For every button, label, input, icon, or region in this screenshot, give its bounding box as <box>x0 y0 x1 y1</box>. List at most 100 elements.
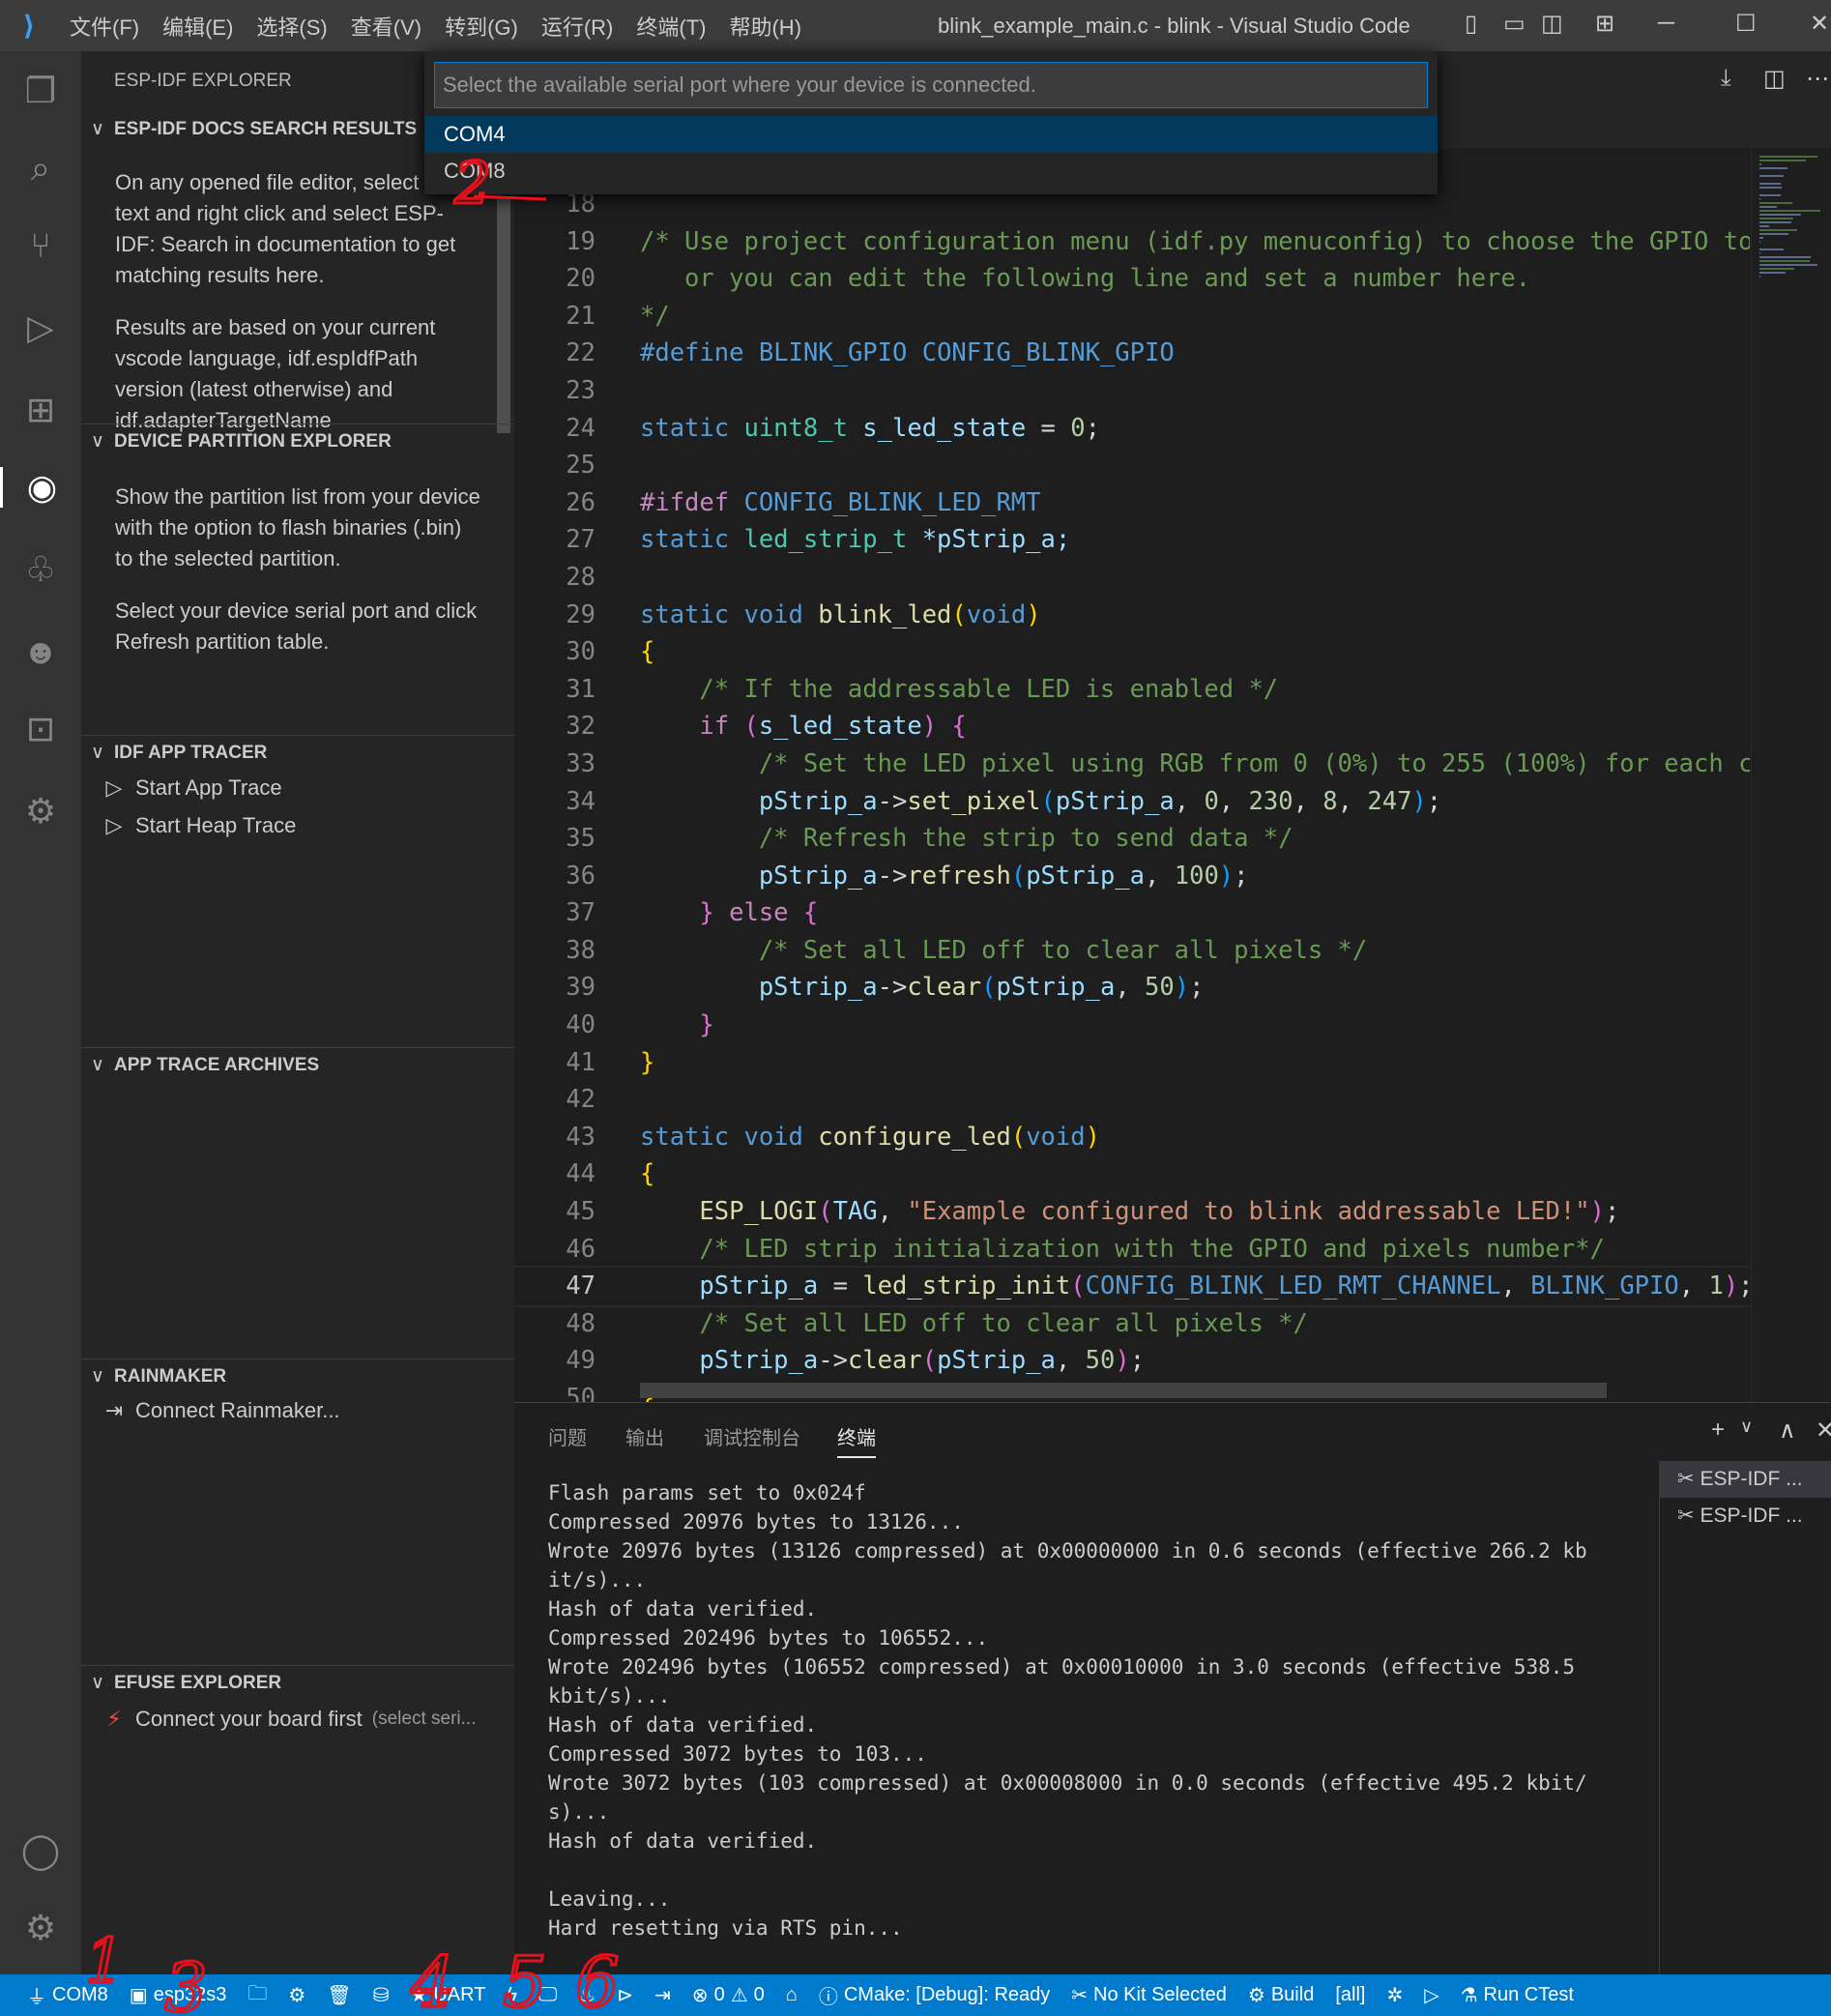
code-line[interactable]: 48 /* Set all LED off to clear all pixel… <box>514 1305 1750 1343</box>
code-line[interactable]: 35 /* Refresh the strip to send data */ <box>514 820 1750 858</box>
section-trace-archives-header[interactable]: ∨ APP TRACE ARCHIVES <box>81 1047 514 1082</box>
more-actions-icon[interactable]: ⋯ <box>1806 65 1829 93</box>
close-panel-icon[interactable]: ✕ <box>1816 1417 1831 1445</box>
code-line[interactable]: 23 <box>514 372 1750 410</box>
esp-idf-icon[interactable]: ◉ <box>0 467 81 508</box>
sdk-config-gear-icon[interactable]: ⚙ <box>277 1983 316 2007</box>
terminal-icon[interactable]: ⊳ <box>606 1983 644 2007</box>
horizontal-scrollbar[interactable] <box>640 1383 1607 1398</box>
tab-problems[interactable]: 问题 <box>548 1422 587 1450</box>
problems-item[interactable]: ⊗ 0 ⚠ 0 <box>682 1983 775 2007</box>
sidebar-scrollbar[interactable] <box>497 196 510 433</box>
split-editor-icon[interactable]: ◫ <box>1763 65 1786 93</box>
run-debug-icon[interactable]: ▷ <box>0 307 81 348</box>
code-line[interactable]: 31 /* If the addressable LED is enabled … <box>514 671 1750 709</box>
section-partition-header[interactable]: ∨ DEVICE PARTITION EXPLORER <box>81 424 514 458</box>
code-line[interactable]: 19 /* Use project configuration menu (idf… <box>514 223 1750 261</box>
menu-terminal[interactable]: 终端(T) <box>625 11 717 42</box>
build-flash-monitor-flame-icon[interactable]: ♨ <box>567 1983 606 2007</box>
menu-view[interactable]: 查看(V) <box>339 11 433 42</box>
run-task-icon[interactable]: ⇥ <box>644 1983 682 2007</box>
connect-rainmaker-item[interactable]: ⇥ Connect Rainmaker... <box>102 1398 340 1423</box>
code-line[interactable]: 45 ESP_LOGI(TAG, "Example configured to … <box>514 1193 1750 1231</box>
menu-run[interactable]: 运行(R) <box>530 11 625 42</box>
testing-icon[interactable]: ⚙ <box>0 791 81 832</box>
build-database-icon[interactable]: ⛁ <box>363 1983 400 2007</box>
terminal-output[interactable]: Flash params set to 0x024f Compressed 209… <box>548 1478 1660 1943</box>
terminal-dropdown-icon[interactable]: ∨ <box>1740 1417 1753 1437</box>
maximize-panel-icon[interactable]: ∧ <box>1779 1417 1796 1445</box>
maximize-button[interactable]: ☐ <box>1735 10 1757 38</box>
code-line[interactable]: 22 #define BLINK_GPIO CONFIG_BLINK_GPIO <box>514 335 1750 372</box>
code-line[interactable]: 42 <box>514 1081 1750 1119</box>
tab-output[interactable]: 输出 <box>625 1422 664 1450</box>
home-icon[interactable]: ⌂ <box>775 1984 808 2006</box>
platformio-alien-icon[interactable]: ☻ <box>0 631 81 672</box>
efuse-connect-item[interactable]: ⚡ Connect your board first (select seri... <box>102 1707 476 1732</box>
tab-debug-console[interactable]: 调试控制台 <box>704 1422 800 1450</box>
code-line[interactable]: 49 pStrip_a->clear(pStrip_a, 50); <box>514 1342 1750 1380</box>
flash-method-item[interactable]: ★ UART <box>399 1983 496 2007</box>
build-item[interactable]: ⚙ Build <box>1237 1983 1324 2007</box>
port-option-com8[interactable]: COM8 <box>424 153 1438 190</box>
run-play-icon[interactable]: ▷ <box>1413 1983 1449 2007</box>
code-line[interactable]: 43 static void configure_led(void) <box>514 1119 1750 1156</box>
code-line[interactable]: 33 /* Set the LED pixel using RGB from 0… <box>514 745 1750 783</box>
code-line[interactable]: 25 <box>514 447 1750 484</box>
menu-edit[interactable]: 编辑(E) <box>151 11 245 42</box>
code-line[interactable]: 32 if (s_led_state) { <box>514 708 1750 745</box>
cmake-status-item[interactable]: ⓘ CMake: [Debug]: Ready <box>808 1981 1061 2009</box>
menu-go[interactable]: 转到(G) <box>433 11 530 42</box>
build-target-item[interactable]: [all] <box>1324 1984 1376 2006</box>
code-line[interactable]: 39 pStrip_a->clear(pStrip_a, 50); <box>514 969 1750 1007</box>
new-terminal-plus-icon[interactable]: + <box>1711 1417 1725 1444</box>
close-window-button[interactable]: ✕ <box>1810 10 1829 38</box>
tab-terminal[interactable]: 终端 <box>837 1422 876 1458</box>
tree-icon[interactable]: ♧ <box>0 549 81 590</box>
serial-port-item[interactable]: ⏚ COM8 <box>0 1981 119 2009</box>
toggle-panel-icon[interactable]: ▭ <box>1503 10 1526 38</box>
code-line[interactable]: 37 } else { <box>514 894 1750 932</box>
code-editor[interactable]: 1 8 19 /* Use project configuration menu (i… <box>514 186 1750 1402</box>
code-line[interactable]: 41} <box>514 1044 1750 1082</box>
quick-pick-input[interactable]: Select the available serial port where y… <box>434 62 1428 108</box>
start-app-trace-item[interactable]: ▷ Start App Trace <box>102 775 282 801</box>
menu-selection[interactable]: 选择(S) <box>245 11 338 42</box>
code-line[interactable]: 40 } <box>514 1007 1750 1044</box>
section-efuse-header[interactable]: ∨ EFUSE EXPLORER <box>81 1665 514 1700</box>
monitor-icon[interactable]: 🖵 <box>528 1984 567 2006</box>
code-line[interactable]: 36 pStrip_a->refresh(pStrip_a, 100); <box>514 858 1750 895</box>
code-line[interactable]: 20 or you can edit the following line an… <box>514 260 1750 298</box>
debug-bug-icon[interactable]: ✲ <box>1376 1983 1413 2007</box>
section-rainmaker-header[interactable]: ∨ RAINMAKER <box>81 1359 514 1393</box>
code-line[interactable]: 30 { <box>514 633 1750 671</box>
account-icon[interactable]: ◯ <box>0 1830 81 1871</box>
search-icon[interactable]: ⌕ <box>0 148 81 190</box>
toggle-sidebar-icon[interactable]: ▯ <box>1465 10 1477 38</box>
toggle-secondary-sidebar-icon[interactable]: ◫ <box>1541 10 1563 38</box>
start-heap-trace-item[interactable]: ▷ Start Heap Trace <box>102 813 297 838</box>
code-line[interactable]: 34 pStrip_a->set_pixel(pStrip_a, 0, 230,… <box>514 783 1750 821</box>
kit-item[interactable]: ✂ No Kit Selected <box>1061 1983 1237 2007</box>
section-app-tracer-header[interactable]: ∨ IDF APP TRACER <box>81 735 514 770</box>
idf-path-folder-icon[interactable]: 🗀 <box>237 1979 277 2012</box>
code-line[interactable]: 38 /* Set all LED off to clear all pixel… <box>514 932 1750 970</box>
target-item[interactable]: ▣ esp32s3 <box>119 1983 238 2007</box>
code-line[interactable]: 24 static uint8_t s_led_state = 0; <box>514 410 1750 448</box>
menu-file[interactable]: 文件(F) <box>58 11 151 42</box>
manage-gear-icon[interactable]: ⚙ <box>0 1908 81 1948</box>
terminal-instance[interactable]: ✂ ESP-IDF ... <box>1660 1498 1831 1534</box>
remote-explorer-icon[interactable]: ⊡ <box>0 709 81 749</box>
port-option-com4[interactable]: COM4 <box>424 116 1438 153</box>
customize-layout-icon[interactable]: ⊞ <box>1595 10 1614 38</box>
source-control-icon[interactable]: ⑂ <box>0 225 81 266</box>
download-icon[interactable]: ⤓ <box>1721 65 1731 92</box>
minimize-button[interactable]: ─ <box>1658 10 1674 37</box>
code-line[interactable]: 44 { <box>514 1155 1750 1193</box>
explorer-files-icon[interactable]: ❐ <box>0 71 81 111</box>
code-line[interactable]: 29 static void blink_led(void) <box>514 597 1750 634</box>
code-line[interactable]: 27 static led_strip_t *pStrip_a; <box>514 521 1750 559</box>
terminal-instance[interactable]: ✂ ESP-IDF ... <box>1660 1461 1831 1498</box>
menu-help[interactable]: 帮助(H) <box>717 11 813 42</box>
code-line[interactable]: 26 #ifdef CONFIG_BLINK_LED_RMT <box>514 484 1750 522</box>
